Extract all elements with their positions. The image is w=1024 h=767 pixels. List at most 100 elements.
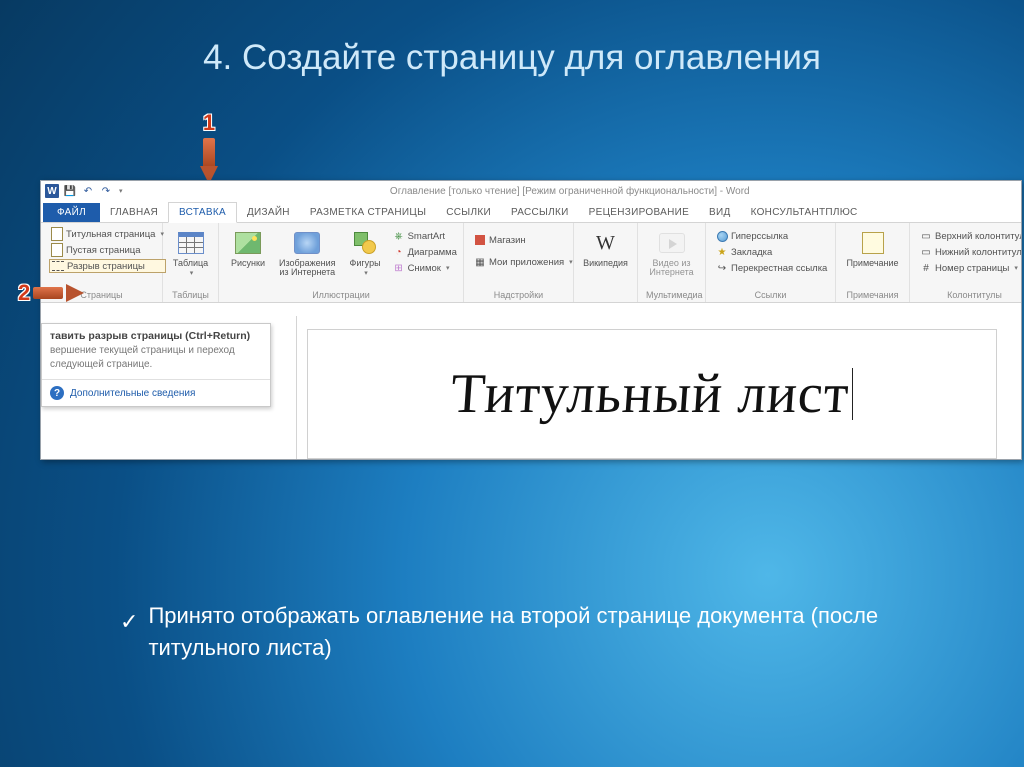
group-comments-label: Примечания: [844, 290, 901, 302]
quick-access-toolbar: W 💾 ↶ ↷ ▾: [45, 184, 123, 198]
document-page[interactable]: Титульный лист: [307, 329, 997, 459]
group-illustrations-label: Иллюстрации: [227, 290, 455, 302]
online-video-icon: [658, 229, 686, 257]
group-wikipedia-label: [582, 290, 629, 302]
pictures-icon: [234, 229, 262, 257]
smartart-button[interactable]: ⎈ SmartArt: [391, 229, 459, 243]
my-apps-icon: ▦: [474, 256, 486, 268]
tab-insert[interactable]: ВСТАВКА: [168, 202, 237, 223]
my-apps-button[interactable]: ▦ Мои приложения▾: [472, 255, 575, 269]
undo-icon[interactable]: ↶: [81, 184, 95, 198]
tab-view[interactable]: ВИД: [699, 203, 741, 222]
group-addins-label: Надстройки: [472, 290, 565, 302]
save-icon[interactable]: 💾: [63, 184, 77, 198]
pictures-button[interactable]: Рисунки: [227, 227, 269, 270]
bullet-text: Принято отображать оглавление на второй …: [148, 600, 944, 664]
bookmark-icon: ★: [716, 246, 728, 258]
cover-page-icon: [51, 228, 63, 240]
group-comments: Примечание Примечания: [836, 223, 910, 302]
window-title: Оглавление [только чтение] [Режим ограни…: [123, 186, 1017, 197]
tooltip-title: тавить разрыв страницы (Ctrl+Return): [42, 324, 270, 344]
online-pictures-label: Изображения из Интернета: [279, 259, 336, 278]
group-media-label: Мультимедиа: [646, 290, 697, 302]
tab-review[interactable]: РЕЦЕНЗИРОВАНИЕ: [579, 203, 699, 222]
chart-icon: ◔: [393, 246, 405, 258]
word-logo-icon: W: [45, 184, 59, 198]
pictures-label: Рисунки: [231, 259, 265, 268]
callout-1-number: 1: [203, 110, 215, 135]
slide-title: 4. Создайте страницу для оглавления: [0, 38, 1024, 78]
slide-bullet: ✓ Принято отображать оглавление на второ…: [120, 600, 944, 664]
footer-button[interactable]: ▭ Нижний колонтитул▾: [918, 245, 1022, 259]
comment-button[interactable]: Примечание: [842, 227, 902, 270]
blank-page-icon: [51, 244, 63, 256]
footer-icon: ▭: [920, 246, 932, 258]
group-links-label: Ссылки: [714, 290, 827, 302]
hyperlink-icon: [716, 230, 728, 242]
group-wikipedia: W Википедия: [574, 223, 638, 302]
screenshot-icon: ⊞: [393, 262, 405, 274]
page-break-label: Разрыв страницы: [67, 261, 145, 272]
online-pictures-button[interactable]: Изображения из Интернета: [275, 227, 340, 280]
header-icon: ▭: [920, 230, 932, 242]
chart-button[interactable]: ◔ Диаграмма: [391, 245, 459, 259]
word-window: W 💾 ↶ ↷ ▾ Оглавление [только чтение] [Ре…: [40, 180, 1022, 460]
screenshot-label: Снимок: [408, 263, 441, 274]
tooltip-link-label: Дополнительные сведения: [70, 388, 195, 399]
blank-page-button[interactable]: Пустая страница: [49, 243, 166, 257]
tab-file[interactable]: ФАЙЛ: [43, 203, 100, 222]
page-break-button[interactable]: Разрыв страницы: [49, 259, 166, 273]
chart-label: Диаграмма: [408, 247, 457, 258]
online-video-button[interactable]: Видео из Интернета: [645, 227, 697, 280]
bookmark-button[interactable]: ★ Закладка: [714, 245, 829, 259]
tooltip-body: вершение текущей страницы и переход след…: [42, 344, 270, 379]
tab-page-layout[interactable]: РАЗМЕТКА СТРАНИЦЫ: [300, 203, 436, 222]
tab-home[interactable]: ГЛАВНАЯ: [100, 203, 168, 222]
group-media: Видео из Интернета Мультимедиа: [638, 223, 706, 302]
my-apps-label: Мои приложения: [489, 257, 564, 268]
title-bar: W 💾 ↶ ↷ ▾ Оглавление [только чтение] [Ре…: [41, 181, 1021, 201]
hyperlink-label: Гиперссылка: [731, 231, 788, 242]
arrow-right-icon: [66, 284, 84, 302]
document-text: Титульный лист: [449, 362, 852, 426]
wikipedia-icon: W: [592, 229, 620, 257]
cover-page-label: Титульная страница: [66, 229, 155, 240]
shapes-button[interactable]: Фигуры ▾: [346, 227, 385, 280]
smartart-icon: ⎈: [393, 230, 405, 242]
group-tables: Таблица ▾ Таблицы: [163, 223, 219, 302]
online-pictures-icon: [293, 229, 321, 257]
tooltip-more-info[interactable]: ? Дополнительные сведения: [42, 379, 270, 406]
header-button[interactable]: ▭ Верхний колонтитул▾: [918, 229, 1022, 243]
hyperlink-button[interactable]: Гиперссылка: [714, 229, 829, 243]
callout-marker-1: 1: [200, 110, 218, 184]
ribbon: Титульная страница▾ Пустая страница Разр…: [41, 223, 1021, 303]
table-button[interactable]: Таблица ▾: [169, 227, 212, 280]
tab-mailings[interactable]: РАССЫЛКИ: [501, 203, 579, 222]
cross-reference-button[interactable]: ↪ Перекрестная ссылка: [714, 261, 829, 275]
ribbon-tabs: ФАЙЛ ГЛАВНАЯ ВСТАВКА ДИЗАЙН РАЗМЕТКА СТР…: [41, 201, 1021, 223]
arrow-shaft: [203, 138, 215, 168]
cross-reference-icon: ↪: [716, 262, 728, 274]
tab-references[interactable]: ССЫЛКИ: [436, 203, 501, 222]
online-video-label: Видео из Интернета: [649, 259, 693, 278]
blank-page-label: Пустая страница: [66, 245, 140, 256]
cover-page-button[interactable]: Титульная страница▾: [49, 227, 166, 241]
callout-marker-2: 2: [18, 280, 84, 306]
store-button[interactable]: Магазин: [472, 233, 575, 247]
bookmark-label: Закладка: [731, 247, 772, 258]
text-caret: [852, 368, 853, 420]
screenshot-button[interactable]: ⊞ Снимок▾: [391, 261, 459, 275]
page-number-button[interactable]: # Номер страницы▾: [918, 261, 1022, 275]
comment-icon: [859, 229, 887, 257]
wikipedia-button[interactable]: W Википедия: [579, 227, 632, 270]
document-canvas[interactable]: Титульный лист: [296, 316, 1021, 459]
group-header-footer-label: Колонтитулы: [918, 290, 1022, 302]
tab-design[interactable]: ДИЗАЙН: [237, 203, 300, 222]
redo-icon[interactable]: ↷: [99, 184, 113, 198]
footer-label: Нижний колонтитул: [935, 247, 1022, 258]
shapes-label: Фигуры: [350, 259, 381, 268]
group-addins: Магазин ▦ Мои приложения▾ Надстройки: [464, 223, 574, 302]
tab-consultant[interactable]: КонсультантПлюс: [741, 203, 868, 222]
callout-2-number: 2: [18, 280, 30, 306]
header-label: Верхний колонтитул: [935, 231, 1022, 242]
